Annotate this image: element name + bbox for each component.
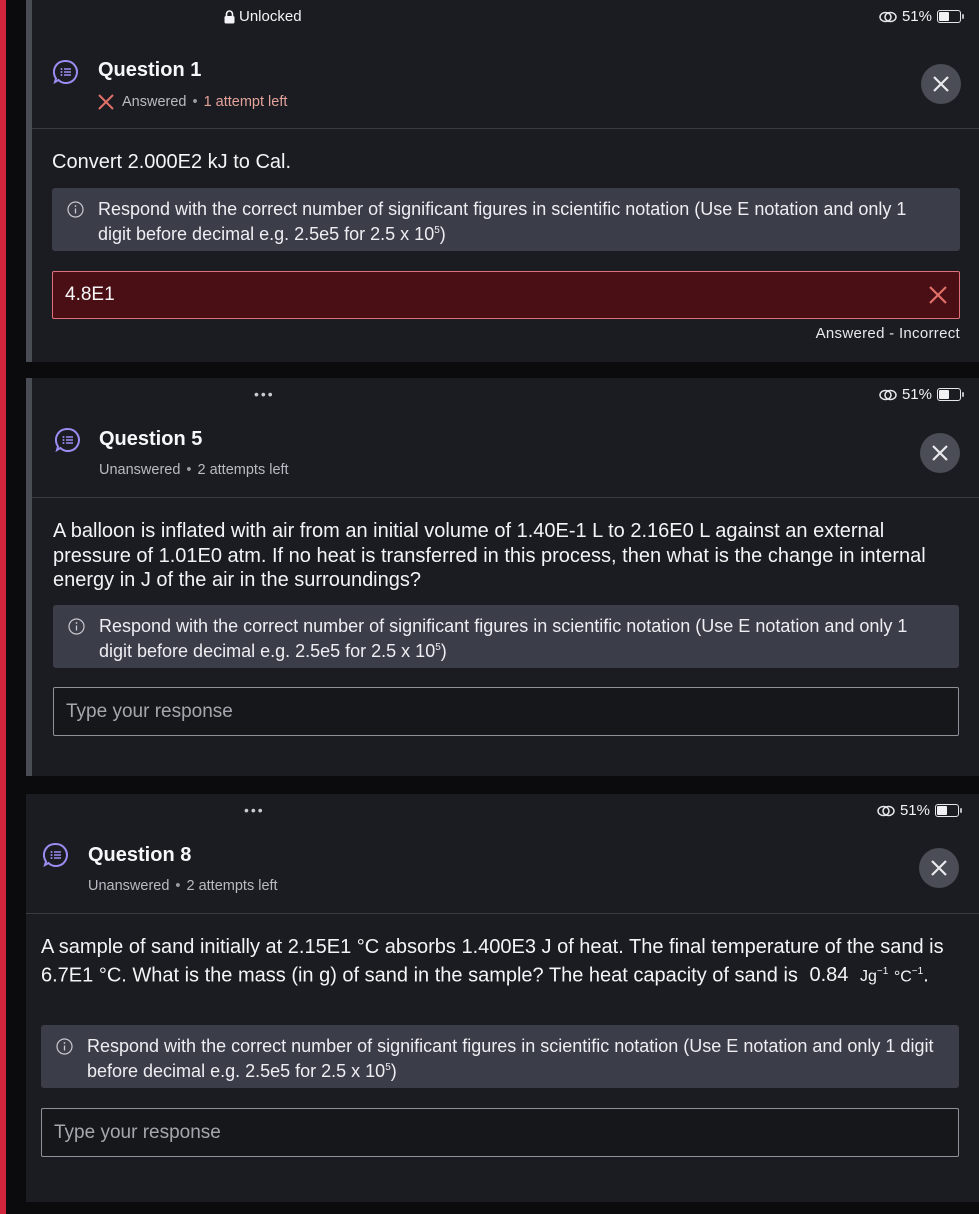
unit-c: °C [893,968,912,986]
question-status: Answered [122,94,187,110]
question-text: A sample of sand initially at 2.15E1 °C … [41,935,963,990]
divider [26,913,979,914]
close-icon [932,445,948,461]
answer-field-incorrect[interactable]: 4.8E1 [52,271,960,319]
focus-link-icon [877,805,895,816]
more-dots[interactable]: ••• [244,802,265,818]
close-button[interactable] [920,433,960,473]
hint-text: Respond with the correct number of signi… [99,616,908,661]
focus-link-icon [879,389,897,400]
hint-end: ) [390,1061,397,1081]
battery-percent: 51% [899,802,930,819]
question-card-1: Unlocked 51% Question 1 Answered • 1 att… [26,0,979,362]
result-status: Answered - Incorrect [815,325,960,342]
question-list-icon [43,842,68,868]
unit-jg-exp: −1 [876,965,889,977]
status-bar: Unlocked 51% [26,0,979,28]
status-right: 51% [877,802,962,819]
info-icon [68,618,85,635]
response-input[interactable]: Type your response [41,1108,959,1157]
question-list-icon [55,427,80,453]
status-right: 51% [879,386,964,403]
close-icon [931,860,947,876]
more-dots[interactable]: ••• [254,386,275,402]
info-icon [56,1038,73,1055]
question-text: A balloon is inflated with air from an i… [53,520,926,591]
card-left-border [26,0,32,362]
question-title: Question 8 [88,844,192,866]
response-placeholder: Type your response [66,700,233,722]
battery-icon [937,10,964,23]
card-left-border [26,378,32,776]
attempts-left: 2 attempts left [186,878,278,894]
battery-icon [935,804,962,817]
close-button[interactable] [919,848,959,888]
response-placeholder: Type your response [54,1121,221,1143]
battery-percent: 51% [901,386,932,403]
status-bar: ••• 51% [26,378,979,406]
hint-box: Respond with the correct number of signi… [41,1025,959,1088]
left-accent-bar [0,0,6,1214]
meta-separator: • [175,878,181,894]
hint-end: ) [439,224,446,244]
question-meta: Unanswered • 2 attempts left [99,462,289,478]
hint-box: Respond with the correct number of signi… [53,605,959,668]
lock-icon [224,9,235,23]
hint-box: Respond with the correct number of signi… [52,188,960,251]
question-title: Question 1 [98,59,202,81]
capacity-value: 0.84 [809,964,849,987]
question-card-5: ••• 51% Question 5 Unanswered • 2 attemp… [26,378,979,776]
question-meta: Unanswered • 2 attempts left [88,878,278,894]
answer-value: 4.8E1 [65,284,115,305]
battery-icon [937,388,964,401]
attempts-left: 1 attempt left [203,94,288,110]
incorrect-x-icon [98,94,114,110]
meta-separator: • [192,94,198,110]
hint-end: ) [440,641,447,661]
status-right: 51% [879,8,964,25]
response-input[interactable]: Type your response [53,687,959,736]
question-card-8: ••• 51% Question 8 Unanswered • 2 attemp… [26,794,979,1202]
close-icon [933,76,949,92]
lock-label: Unlocked [239,8,302,25]
hint-text: Respond with the correct number of signi… [87,1036,934,1081]
info-icon [67,201,84,218]
battery-percent: 51% [901,8,932,25]
question-title: Question 5 [99,428,203,450]
question-text: Convert 2.000E2 kJ to Cal. [52,151,292,173]
question-status: Unanswered [99,462,181,478]
hint-text: Respond with the correct number of signi… [98,199,907,244]
question-meta: Answered • 1 attempt left [96,92,287,112]
incorrect-mark-icon [929,286,947,304]
divider [32,128,979,129]
divider [32,497,979,498]
unit-end: . [923,964,929,987]
status-bar: ••• 51% [26,794,979,822]
attempts-left: 2 attempts left [197,462,289,478]
focus-link-icon [879,11,897,22]
unit-c-exp: −1 [911,965,924,977]
close-button[interactable] [921,64,961,104]
question-list-icon [53,59,78,85]
lock-status: Unlocked [224,8,302,25]
unit-jg: Jg [859,968,877,986]
meta-separator: • [186,462,192,478]
question-status: Unanswered [88,878,170,894]
